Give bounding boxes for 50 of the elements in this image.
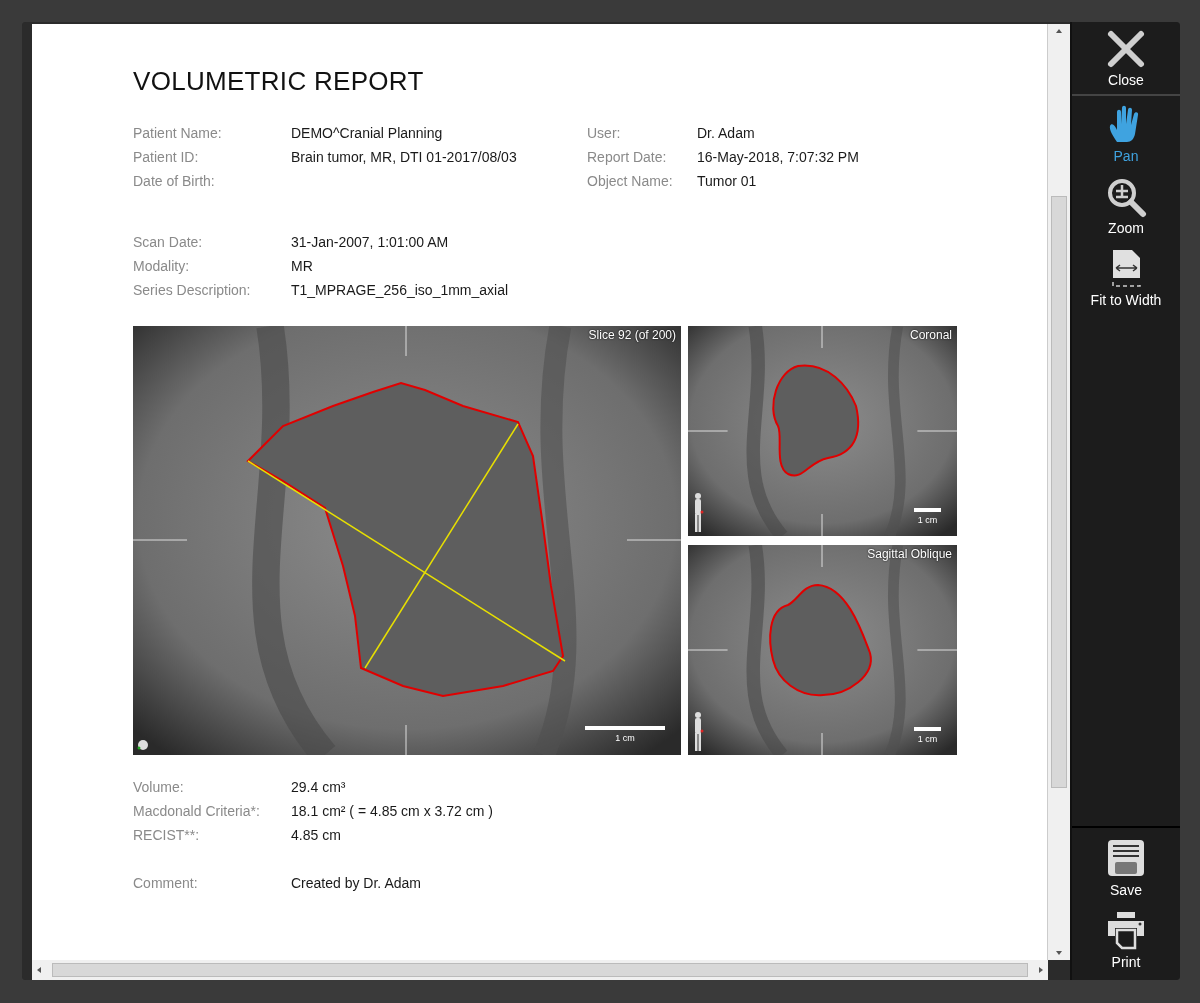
field-value: Dr. Adam (697, 124, 755, 143)
body-orientation-icon (692, 711, 704, 751)
field-label: Macdonald Criteria*: (133, 802, 261, 821)
body-orientation-icon (137, 737, 149, 751)
field-label: Scan Date: (133, 233, 204, 252)
save-button[interactable]: Save (1072, 834, 1180, 898)
zoom-in-icon (1105, 176, 1147, 218)
body-orientation-icon (692, 492, 704, 532)
scroll-thumb[interactable] (52, 963, 1028, 977)
field-label: Patient ID: (133, 148, 200, 167)
field-value: Brain tumor, MR, DTI 01-2017/08/03 (291, 148, 517, 167)
field-value: 4.85 cm (291, 826, 341, 845)
field-value: T1_MPRAGE_256_iso_1mm_axial (291, 281, 509, 300)
horizontal-scrollbar[interactable] (32, 960, 1048, 980)
view-caption: Sagittal Oblique (867, 547, 952, 561)
report-title: VOLUMETRIC REPORT (133, 66, 425, 97)
field-value: MR (291, 257, 313, 276)
field-value: Tumor 01 (697, 172, 757, 191)
print-button[interactable]: Print (1072, 906, 1180, 970)
field-value: DEMO^Cranial Planning (291, 124, 443, 143)
view-caption: Slice 92 (of 200) (588, 328, 676, 342)
pan-button[interactable]: Pan (1072, 100, 1180, 164)
field-label: RECIST**: (133, 826, 201, 845)
field-value: 16-May-2018, 7:07:32 PM (697, 148, 859, 167)
fit-button[interactable]: Fit to Width (1072, 244, 1180, 308)
scroll-thumb[interactable] (1051, 196, 1067, 788)
scale-label: 1 cm (916, 734, 939, 744)
scale-bar (914, 508, 941, 512)
field-label: Object Name: (587, 172, 674, 191)
scale-label: 1 cm (916, 515, 939, 525)
field-value: 31-Jan-2007, 1:01:00 AM (291, 233, 449, 252)
field-label: User: (587, 124, 622, 143)
field-value: 29.4 cm³ (291, 778, 346, 797)
field-value: Created by Dr. Adam (291, 874, 421, 893)
zoom-button[interactable]: Zoom (1072, 172, 1180, 236)
close-button[interactable]: Close (1072, 24, 1180, 88)
field-label: Comment: (133, 874, 199, 893)
field-label: Patient Name: (133, 124, 223, 143)
field-label: Date of Birth: (133, 172, 216, 191)
close-icon (1105, 28, 1147, 70)
field-label: Volume: (133, 778, 185, 797)
scale-bar (914, 727, 941, 731)
field-label: Modality: (133, 257, 191, 276)
field-label: Report Date: (587, 148, 668, 167)
field-label: Series Description: (133, 281, 252, 300)
printer-icon (1105, 910, 1147, 952)
view-caption: Coronal (909, 328, 952, 342)
scale-label: 1 cm (614, 733, 636, 743)
vertical-scrollbar[interactable] (1047, 24, 1070, 960)
field-value: 18.1 cm² ( = 4.85 cm x 3.72 cm ) (291, 802, 493, 821)
